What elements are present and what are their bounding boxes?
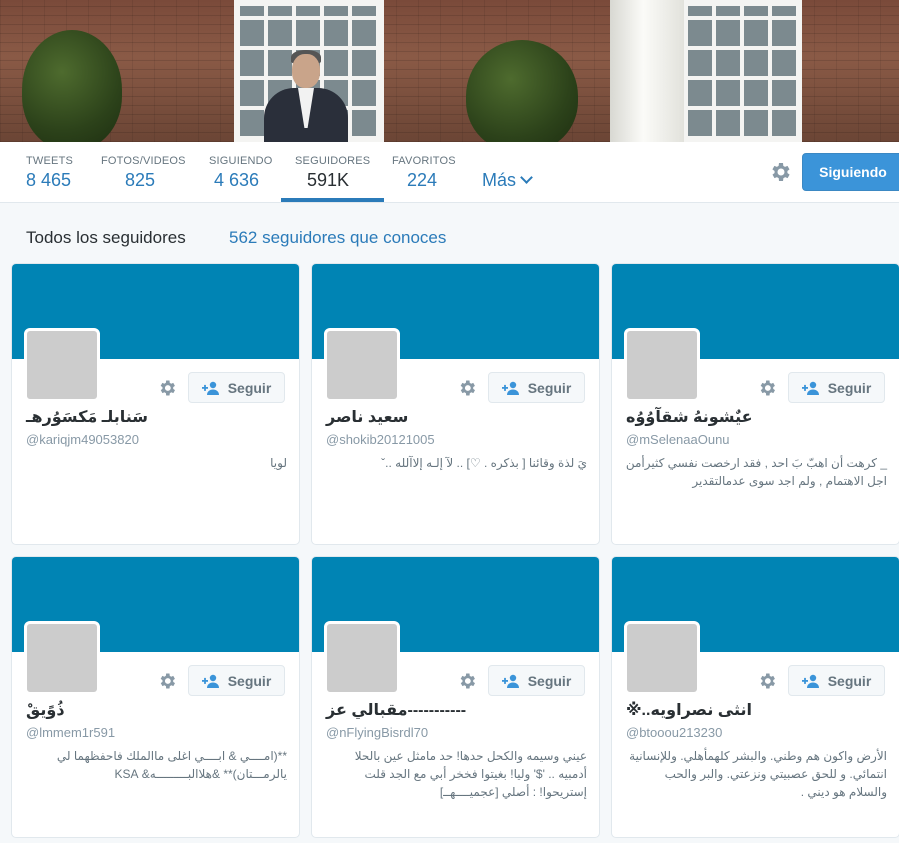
avatar[interactable] bbox=[24, 328, 100, 402]
user-name[interactable]: مقبالي عز----------- bbox=[326, 700, 466, 720]
follow-button-label: Seguir bbox=[827, 379, 872, 396]
gear-icon[interactable] bbox=[768, 160, 792, 184]
header-window-right bbox=[682, 0, 802, 142]
user-bio: يَ لذة وقائنا [ بذكره . ♡] .. لآ إلـه إل… bbox=[381, 456, 587, 470]
avatar[interactable] bbox=[624, 328, 700, 402]
follower-card[interactable]: Seguir عيٌشونهُ شقآوُوُه @mSelenaaOunu _… bbox=[611, 263, 899, 545]
header-tree-right bbox=[466, 40, 578, 142]
nav-following-count: 4 636 bbox=[214, 170, 260, 190]
add-user-icon bbox=[801, 381, 819, 395]
avatar[interactable] bbox=[324, 328, 400, 402]
user-bio: الأرض واكون هم وطني. والبشر كلهمأهلي. ول… bbox=[629, 749, 887, 799]
avatar[interactable] bbox=[24, 621, 100, 695]
user-bio: **(امــــي & ابــــي اغلى ماالملك فاحفظه… bbox=[56, 749, 287, 781]
follow-button[interactable]: Seguir bbox=[188, 372, 285, 403]
user-handle[interactable]: @kariqjm49053820 bbox=[26, 432, 139, 447]
header-column bbox=[610, 0, 684, 142]
nav-favorites-label: FAVORITOS bbox=[392, 155, 456, 167]
avatar[interactable] bbox=[624, 621, 700, 695]
follow-button[interactable]: Seguir bbox=[488, 665, 585, 696]
add-user-icon bbox=[501, 381, 519, 395]
follow-button[interactable]: Seguir bbox=[788, 665, 885, 696]
nav-following-label: SIGUIENDO bbox=[209, 155, 273, 167]
nav-more-dropdown[interactable]: Más bbox=[482, 170, 533, 191]
user-bio: عيني وسيمه والكحل حدها! حد مامثل عين بال… bbox=[354, 749, 587, 799]
follow-button[interactable]: Seguir bbox=[188, 665, 285, 696]
follow-button-label: Seguir bbox=[527, 672, 572, 689]
add-user-icon bbox=[801, 674, 819, 688]
gear-icon[interactable] bbox=[757, 378, 777, 398]
user-handle[interactable]: @mSelenaaOunu bbox=[626, 432, 730, 447]
user-name[interactable]: سَنابلـ مَكسَوُرهـ bbox=[26, 407, 148, 427]
user-handle[interactable]: @nFlyingBisrdl70 bbox=[326, 725, 428, 740]
follower-card[interactable]: Seguir ※..انثى نصراويه @btooou213230 الأ… bbox=[611, 556, 899, 838]
user-name[interactable]: ※..انثى نصراويه bbox=[626, 700, 752, 720]
following-button[interactable]: Siguiendo bbox=[802, 153, 899, 191]
follow-button-label: Seguir bbox=[227, 379, 272, 396]
follow-button-label: Seguir bbox=[827, 672, 872, 689]
gear-icon[interactable] bbox=[157, 671, 177, 691]
nav-followers[interactable]: SEGUIDORES 591K bbox=[280, 142, 385, 202]
gear-icon[interactable] bbox=[457, 671, 477, 691]
user-handle[interactable]: @shokib20121005 bbox=[326, 432, 435, 447]
nav-followers-count: 591K bbox=[307, 170, 350, 190]
follow-button[interactable]: Seguir bbox=[788, 372, 885, 403]
user-handle[interactable]: @btooou213230 bbox=[626, 725, 722, 740]
follower-card[interactable]: Seguir ذُوًيقْ @lmmem1r591 **(امــــي & … bbox=[11, 556, 300, 838]
nav-tweets-count: 8 465 bbox=[26, 170, 72, 190]
user-handle[interactable]: @lmmem1r591 bbox=[26, 725, 115, 740]
nav-favorites[interactable]: FAVORITOS 224 bbox=[392, 142, 456, 202]
add-user-icon bbox=[501, 674, 519, 688]
nav-tweets-label: TWEETS bbox=[26, 155, 74, 167]
follow-button-label: Seguir bbox=[227, 672, 272, 689]
gear-icon[interactable] bbox=[457, 378, 477, 398]
add-user-icon bbox=[201, 674, 219, 688]
follower-card[interactable]: Seguir مقبالي عز----------- @nFlyingBisr… bbox=[311, 556, 600, 838]
gear-icon[interactable] bbox=[157, 378, 177, 398]
profile-header-photo bbox=[0, 0, 899, 142]
followers-section-title: Todos los seguidores bbox=[26, 228, 186, 247]
user-bio: لويا bbox=[270, 456, 287, 470]
header-tree-left bbox=[22, 30, 122, 142]
follow-button[interactable]: Seguir bbox=[488, 372, 585, 403]
nav-photos-count: 825 bbox=[125, 170, 156, 190]
nav-followers-label: SEGUIDORES bbox=[295, 155, 371, 167]
user-name[interactable]: سعيد ناصر bbox=[326, 407, 408, 427]
nav-favorites-count: 224 bbox=[407, 170, 438, 190]
chevron-down-icon bbox=[520, 171, 533, 184]
nav-photos-videos[interactable]: FOTOS/VIDEOS 825 bbox=[101, 142, 186, 202]
gear-icon[interactable] bbox=[757, 671, 777, 691]
nav-tweets[interactable]: TWEETS 8 465 bbox=[26, 142, 73, 202]
follow-button-label: Seguir bbox=[527, 379, 572, 396]
follower-card[interactable]: Seguir سعيد ناصر @shokib20121005 يَ لذة … bbox=[311, 263, 600, 545]
user-bio: _ كرهت أن اهبّ بَ احد , فقد ارخصت نفسي ك… bbox=[625, 456, 887, 488]
add-user-icon bbox=[201, 381, 219, 395]
known-followers-link[interactable]: 562 seguidores que conoces bbox=[229, 228, 446, 248]
nav-photos-label: FOTOS/VIDEOS bbox=[101, 155, 186, 167]
avatar[interactable] bbox=[324, 621, 400, 695]
follower-card[interactable]: Seguir سَنابلـ مَكسَوُرهـ @kariqjm490538… bbox=[11, 263, 300, 545]
header-person bbox=[258, 50, 354, 142]
nav-more-label: Más bbox=[482, 170, 517, 190]
user-name[interactable]: ذُوًيقْ bbox=[26, 700, 65, 720]
user-name[interactable]: عيٌشونهُ شقآوُوُه bbox=[626, 407, 753, 427]
nav-following[interactable]: SIGUIENDO 4 636 bbox=[209, 142, 273, 202]
